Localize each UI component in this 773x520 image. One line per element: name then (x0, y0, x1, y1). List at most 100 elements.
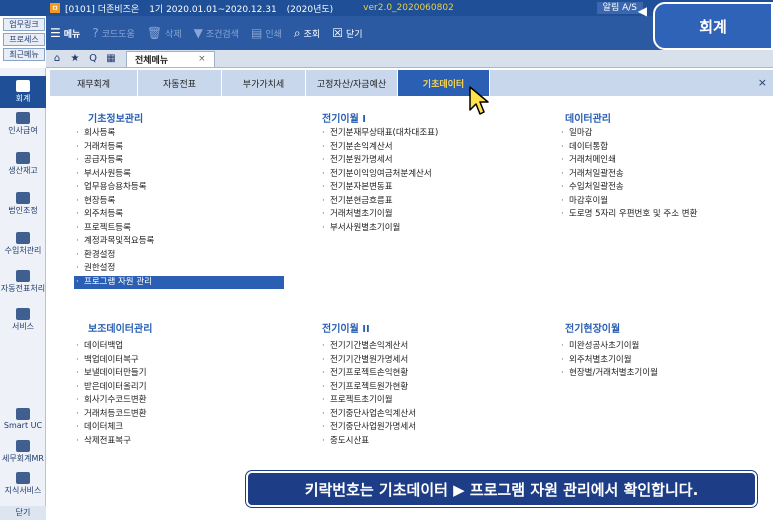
menu-item-dept-employee[interactable]: 부서사원등록 (74, 168, 284, 182)
menu-item-retained-earnings[interactable]: 전기분이익잉여금처분계산서 (320, 168, 520, 182)
menu-item-code-convert-customer[interactable]: 거래처등코드변환 (74, 408, 284, 422)
star-icon[interactable]: ★ (68, 53, 82, 64)
code-help-button[interactable]: ? 코드도움 (92, 26, 135, 40)
tab-fixed-assets[interactable]: 고정자산/자금예산 (306, 70, 398, 96)
sidebar-item-auto-slip[interactable]: 자동전표처리 (0, 270, 46, 294)
sidebar-item-accounting[interactable]: 회계 (0, 76, 46, 108)
menu-item-env-settings[interactable]: 환경설정 (74, 249, 284, 263)
menu-item-supplier[interactable]: 공급자등록 (74, 154, 284, 168)
quick-button-work-link[interactable]: 업무링크 (3, 18, 45, 31)
grid-icon[interactable]: ▦ (104, 53, 118, 64)
filter-icon: ▼ (193, 26, 203, 40)
menu-item-site[interactable]: 현장등록 (74, 195, 284, 209)
menu-item-cash-flow[interactable]: 전기분현금흐름표 (320, 195, 520, 209)
sidebar-item-import[interactable]: 수입처관리 (0, 232, 46, 256)
menu-item-customer-print[interactable]: 거래처메인쇄 (559, 154, 764, 168)
menu-item-export[interactable]: 보낼데이터만들기 (74, 367, 284, 381)
menu-item-balance-sheet[interactable]: 전기분재무상태표(대차대조표) (320, 127, 520, 141)
menu-item-daily-close[interactable]: 일마감 (559, 127, 764, 141)
menu-item-customer-carryover[interactable]: 거래처별초기이월 (320, 208, 520, 222)
section-title-prev-year-2: 전기이월 II (322, 324, 370, 335)
menu-item-program-resources[interactable]: 프로그램 자원 관리 (74, 275, 284, 289)
menu-item-dept-carryover[interactable]: 부서사원별초기이월 (320, 222, 520, 236)
menu-content: 기초정보관리 회사등록 거래처등록 공급자등록 부서사원등록 업무용승용차등록 … (50, 96, 773, 520)
menu-item-deleted-slip-restore[interactable]: 삭제전표복구 (74, 435, 284, 449)
menu-item-site-customer-carryover[interactable]: 현장별/거래처별초기이월 (559, 367, 764, 381)
menu-button[interactable]: ☰ 메뉴 (50, 26, 80, 40)
menu-item-customer[interactable]: 거래처등록 (74, 141, 284, 155)
menu-item-import[interactable]: 받은데이터올리기 (74, 381, 284, 395)
menu-item-period-income[interactable]: 전기기간별손익계산서 (320, 340, 520, 354)
mouse-pointer-icon (469, 86, 489, 115)
list-aux-data: 데이터백업 백업데이터복구 보낼데이터만들기 받은데이터올리기 회사기수코드변환… (74, 340, 284, 448)
menu-item-discontinued-cost[interactable]: 전기중단사업원가명세서 (320, 421, 520, 435)
sidebar-item-knowledge[interactable]: 지식서비스 (0, 472, 46, 496)
monitor-icon (16, 308, 30, 320)
menu-item-unfinished-construction[interactable]: 미완성공사초기이월 (559, 340, 764, 354)
menu-item-cost-statement[interactable]: 전기분원가명세서 (320, 154, 520, 168)
quick-button-recent-menu[interactable]: 최근메뉴 (3, 48, 45, 61)
menu-item-address-convert[interactable]: 도로명 5자리 우편번호 및 주소 변환 (559, 208, 764, 222)
condition-search-button[interactable]: ▼ 조건검색 (194, 26, 239, 40)
fiscal-period: 1기 2020.01.01~2020.12.31 (149, 4, 277, 15)
menu-item-customer-batch-send[interactable]: 거래처일괄전송 (559, 168, 764, 182)
menu-item-code-convert-company[interactable]: 회사기수코드변환 (74, 394, 284, 408)
search-icon[interactable]: Q (86, 53, 100, 64)
tab-vat[interactable]: 부가가치세 (222, 70, 306, 96)
sidebar-item-corp-adjust[interactable]: 법인조정 (0, 192, 46, 216)
menu-item-project-profit[interactable]: 전기프로젝트손익현황 (320, 367, 520, 381)
menu-item-import-batch-send[interactable]: 수입처일괄전송 (559, 181, 764, 195)
close-icon[interactable]: × (758, 76, 767, 89)
sidebar-item-production[interactable]: 생산재고 (0, 152, 46, 176)
chart-icon (16, 440, 30, 452)
menu-item-trial-balance[interactable]: 중도시산표 (320, 435, 520, 449)
document-icon (16, 192, 30, 204)
arrow-left-icon[interactable]: ◀ (638, 4, 647, 18)
sidebar-item-service[interactable]: 서비스 (0, 308, 46, 332)
list-basic-info: 회사등록 거래처등록 공급자등록 부서사원등록 업무용승용차등록 현장등록 외주… (74, 127, 284, 289)
person-icon (16, 112, 30, 124)
section-title-aux-data: 보조데이터관리 (88, 324, 153, 335)
menu-item-period-cost[interactable]: 전기기간별원가명세서 (320, 354, 520, 368)
menu-item-subcontractor-carryover[interactable]: 외주처별초기이월 (559, 354, 764, 368)
menu-item-business-car[interactable]: 업무용승용차등록 (74, 181, 284, 195)
hamburger-icon: ☰ (50, 26, 61, 40)
close-button[interactable]: ☒ 닫기 (332, 26, 362, 40)
close-icon[interactable]: × (198, 54, 206, 64)
menu-item-project-carryover[interactable]: 프로젝트초기이월 (320, 394, 520, 408)
menu-item-data-merge[interactable]: 데이터통합 (559, 141, 764, 155)
section-title-basic-info: 기초정보관리 (88, 114, 144, 125)
home-icon[interactable]: ⌂ (50, 53, 64, 64)
delete-button[interactable]: 🗑 삭제 (147, 26, 182, 40)
tab-all-menu[interactable]: 전체메뉴 × (126, 50, 215, 67)
sidebar-close-button[interactable]: 닫기 (0, 506, 46, 520)
alarm-as-button[interactable]: 알림 A/S (596, 2, 643, 14)
menu-item-data-check[interactable]: 데이터체크 (74, 421, 284, 435)
menu-item-subcontractor[interactable]: 외주처등록 (74, 208, 284, 222)
sidebar-item-payroll[interactable]: 인사급여 (0, 112, 46, 136)
print-button[interactable]: ▤ 인쇄 (251, 26, 282, 40)
sidebar-item-smart-uc[interactable]: Smart UC (0, 408, 46, 430)
list-prev-year-1: 전기분재무상태표(대차대조표) 전기분손익계산서 전기분원가명세서 전기분이익잉… (320, 127, 520, 235)
quick-button-process[interactable]: 프로세스 (3, 33, 45, 46)
menu-item-project[interactable]: 프로젝트등록 (74, 222, 284, 236)
section-title-data-mgmt: 데이터관리 (565, 114, 611, 125)
menu-item-discontinued-income[interactable]: 전기중단사업손익계산서 (320, 408, 520, 422)
menu-item-post-close-carryover[interactable]: 마감후이월 (559, 195, 764, 209)
printer-icon: ▤ (250, 26, 263, 40)
menu-item-company[interactable]: 회사등록 (74, 127, 284, 141)
menu-item-equity-changes[interactable]: 전기분자본변동표 (320, 181, 520, 195)
sidebar-item-tax-mr[interactable]: 세무회계MR (0, 440, 46, 464)
menu-item-permissions[interactable]: 권한설정 (74, 262, 284, 276)
menu-item-backup[interactable]: 데이터백업 (74, 340, 284, 354)
document-tab-row: ⌂ ★ Q ▦ 전체메뉴 × (46, 50, 773, 68)
menu-item-restore[interactable]: 백업데이터복구 (74, 354, 284, 368)
company-name: [0101] 더존비즈온 (65, 4, 140, 15)
tab-financial-accounting[interactable]: 재무회계 (50, 70, 138, 96)
search-icon: ⌕ (293, 25, 301, 40)
tab-auto-slip[interactable]: 자동전표 (138, 70, 222, 96)
menu-item-project-cost[interactable]: 전기프로젝트원가현황 (320, 381, 520, 395)
menu-item-account-summary[interactable]: 계정과목및적요등록 (74, 235, 284, 249)
menu-item-income-statement[interactable]: 전기분손익계산서 (320, 141, 520, 155)
lookup-button[interactable]: ⌕ 조회 (294, 26, 320, 41)
